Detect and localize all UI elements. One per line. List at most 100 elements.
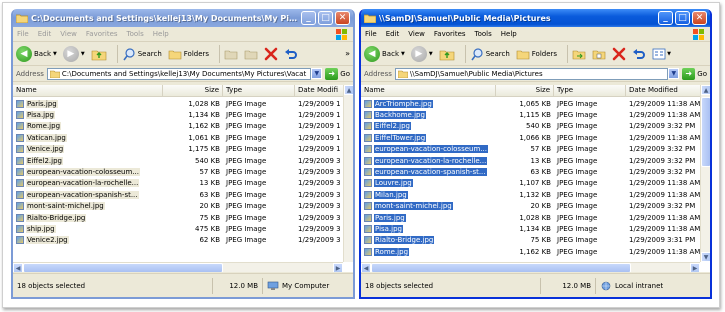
column-header-size[interactable]: Size xyxy=(496,85,554,96)
file-name-cell[interactable]: european-vacation-colosseum... xyxy=(361,145,496,154)
file-row[interactable]: Pisa.jpg 1,134 KB JPEG Image 1/29/2009 11:3… xyxy=(361,223,710,234)
file-name-cell[interactable]: mont-saint-michel.jpg xyxy=(361,202,496,211)
column-header-type[interactable]: Type xyxy=(554,85,626,96)
scroll-up-button[interactable]: ▲ xyxy=(701,85,710,95)
back-button[interactable]: ◀ Back ▼ xyxy=(364,45,405,62)
file-row[interactable]: Rome.jpg 1,162 KB JPEG Image 1/29/2009 11:3… xyxy=(361,246,710,257)
file-name-cell[interactable]: Eiffel2.jpg xyxy=(361,122,496,131)
delete-button[interactable] xyxy=(612,47,626,61)
minimize-button[interactable]: _ xyxy=(301,11,316,25)
folders-button[interactable]: Folders xyxy=(516,48,557,60)
file-row[interactable]: Backhome.jpg 1,115 KB JPEG Image 1/29/2009 … xyxy=(361,109,710,120)
close-button[interactable]: ✕ xyxy=(692,11,707,25)
up-folder-button[interactable] xyxy=(439,47,455,61)
file-row[interactable]: Pisa.jpg 1,134 KB JPEG Image 1/29/2009 1 xyxy=(13,109,353,120)
copy-to-button[interactable] xyxy=(592,48,606,60)
file-row[interactable]: Louvre.jpg 1,107 KB JPEG Image 1/29/2009 11… xyxy=(361,178,710,189)
menu-tools[interactable]: Tools xyxy=(127,30,144,38)
scroll-up-button[interactable]: ▲ xyxy=(344,85,353,95)
maximize-button[interactable]: □ xyxy=(318,11,333,25)
file-list[interactable]: Name Size Type Date Modified ArcTriomphe… xyxy=(361,85,710,272)
title-bar[interactable]: C:\Documents and Settings\kellej13\My Do… xyxy=(13,9,353,27)
scroll-left-button[interactable]: ◀ xyxy=(361,263,371,272)
vertical-scroll-thumb[interactable] xyxy=(701,97,710,167)
file-name-cell[interactable]: Rome.jpg xyxy=(13,122,163,131)
file-row[interactable]: european-vacation-colosseum... 57 KB JPEG … xyxy=(13,166,353,177)
horizontal-scroll-thumb[interactable] xyxy=(23,263,223,272)
address-dropdown-button[interactable]: ▼ xyxy=(668,68,680,79)
file-row[interactable]: european-vacation-spanish-st... 63 KB JPEG… xyxy=(13,189,353,200)
file-row[interactable]: Venice.jpg 1,175 KB JPEG Image 1/29/2009 1 xyxy=(13,144,353,155)
file-row[interactable]: Paris.jpg 1,028 KB JPEG Image 1/29/2009 11:… xyxy=(361,212,710,223)
column-header-date[interactable]: Date Modified xyxy=(626,85,704,96)
maximize-button[interactable]: □ xyxy=(675,11,690,25)
file-row[interactable]: Vatican.jpg 1,061 KB JPEG Image 1/29/2009 1 xyxy=(13,132,353,143)
file-name-cell[interactable]: mont-saint-michel.jpg xyxy=(13,202,163,211)
go-button[interactable]: ➜ Go xyxy=(682,67,707,80)
minimize-button[interactable]: _ xyxy=(658,11,673,25)
file-list[interactable]: Name Size Type Date Modifi Paris.jpg 1,02… xyxy=(13,85,353,272)
file-name-cell[interactable]: Pisa.jpg xyxy=(361,224,496,233)
up-folder-button[interactable] xyxy=(91,47,107,61)
horizontal-scroll-thumb[interactable] xyxy=(371,263,631,272)
file-name-cell[interactable]: Paris.jpg xyxy=(361,213,496,222)
file-row[interactable]: Venice2.jpg 62 KB JPEG Image 1/29/2009 3 xyxy=(13,235,353,246)
file-name-cell[interactable]: Backhome.jpg xyxy=(361,111,496,120)
toolbar-overflow-icon[interactable]: » xyxy=(345,49,350,58)
undo-button[interactable] xyxy=(284,47,298,61)
menu-edit[interactable]: Edit xyxy=(38,30,52,38)
menu-file[interactable]: File xyxy=(17,30,29,38)
file-name-cell[interactable]: european-vacation-colosseum... xyxy=(13,168,163,177)
file-row[interactable]: european-vacation-la-rochelle... 13 KB JPE… xyxy=(13,178,353,189)
column-header-name[interactable]: Name xyxy=(13,85,163,96)
file-name-cell[interactable]: Venice.jpg xyxy=(13,145,163,154)
file-row[interactable]: mont-saint-michel.jpg 20 KB JPEG Image 1/29… xyxy=(361,201,710,212)
menu-file[interactable]: File xyxy=(365,30,377,38)
menu-edit[interactable]: Edit xyxy=(386,30,400,38)
views-button[interactable]: ▼ xyxy=(652,48,671,60)
vertical-scrollbar[interactable]: ▲ xyxy=(343,85,353,262)
file-row[interactable]: Rome.jpg 1,162 KB JPEG Image 1/29/2009 1 xyxy=(13,121,353,132)
file-name-cell[interactable]: Rialto-Bridge.jpg xyxy=(13,213,163,222)
file-name-cell[interactable]: Rome.jpg xyxy=(361,247,496,256)
file-row[interactable]: Eiffel2.jpg 540 KB JPEG Image 1/29/2009 3 xyxy=(13,155,353,166)
scroll-left-button[interactable]: ◀ xyxy=(13,263,23,272)
address-input[interactable]: \\SamDJ\Samuel\Public Media\Pictures xyxy=(394,67,669,80)
copy-to-button[interactable] xyxy=(244,48,258,60)
menu-view[interactable]: View xyxy=(408,30,425,38)
file-row[interactable]: european-vacation-colosseum... 57 KB JPEG … xyxy=(361,144,710,155)
file-row[interactable]: ArcTriomphe.jpg 1,065 KB JPEG Image 1/29/20… xyxy=(361,98,710,109)
menu-favorites[interactable]: Favorites xyxy=(86,30,118,38)
column-header-name[interactable]: Name xyxy=(361,85,496,96)
file-row[interactable]: Rialto-Bridge.jpg 75 KB JPEG Image 1/29/200… xyxy=(13,212,353,223)
scroll-right-button[interactable]: ▶ xyxy=(333,263,343,272)
move-to-button[interactable] xyxy=(572,48,586,60)
title-bar[interactable]: \\SamDJ\Samuel\Public Media\Pictures _ □… xyxy=(361,9,710,27)
back-button[interactable]: ◀ Back ▼ xyxy=(16,45,57,62)
file-name-cell[interactable]: european-vacation-la-rochelle... xyxy=(13,179,163,188)
menu-tools[interactable]: Tools xyxy=(475,30,492,38)
file-name-cell[interactable]: EiffelTower.jpg xyxy=(361,133,496,142)
file-row[interactable]: european-vacation-la-rochelle... 13 KB JPE… xyxy=(361,155,710,166)
horizontal-scrollbar[interactable]: ◀ ▶ xyxy=(361,262,700,272)
delete-button[interactable] xyxy=(264,47,278,61)
column-header-size[interactable]: Size xyxy=(163,85,223,96)
file-row[interactable]: european-vacation-spanish-st... 63 KB JPEG… xyxy=(361,166,710,177)
search-button[interactable]: Search xyxy=(470,47,510,61)
file-name-cell[interactable]: european-vacation-spanish-st... xyxy=(13,190,163,199)
move-to-button[interactable] xyxy=(224,48,238,60)
file-name-cell[interactable]: Eiffel2.jpg xyxy=(13,156,163,165)
file-name-cell[interactable]: Pisa.jpg xyxy=(13,111,163,120)
file-row[interactable]: Paris.jpg 1,028 KB JPEG Image 1/29/2009 1 xyxy=(13,98,353,109)
folders-button[interactable]: Folders xyxy=(168,48,209,60)
file-name-cell[interactable]: Venice2.jpg xyxy=(13,236,163,245)
file-name-cell[interactable]: Louvre.jpg xyxy=(361,179,496,188)
file-row[interactable]: Milan.jpg 1,132 KB JPEG Image 1/29/2009 11:… xyxy=(361,189,710,200)
address-input[interactable]: C:\Documents and Settings\kellej13\My Do… xyxy=(46,67,312,80)
menu-help[interactable]: Help xyxy=(153,30,169,38)
file-name-cell[interactable]: Milan.jpg xyxy=(361,190,496,199)
search-button[interactable]: Search xyxy=(122,47,162,61)
file-name-cell[interactable]: ArcTriomphe.jpg xyxy=(361,99,496,108)
file-row[interactable]: EiffelTower.jpg 1,066 KB JPEG Image 1/29/20… xyxy=(361,132,710,143)
file-row[interactable]: Rialto-Bridge.jpg 75 KB JPEG Image 1/29/200… xyxy=(361,235,710,246)
